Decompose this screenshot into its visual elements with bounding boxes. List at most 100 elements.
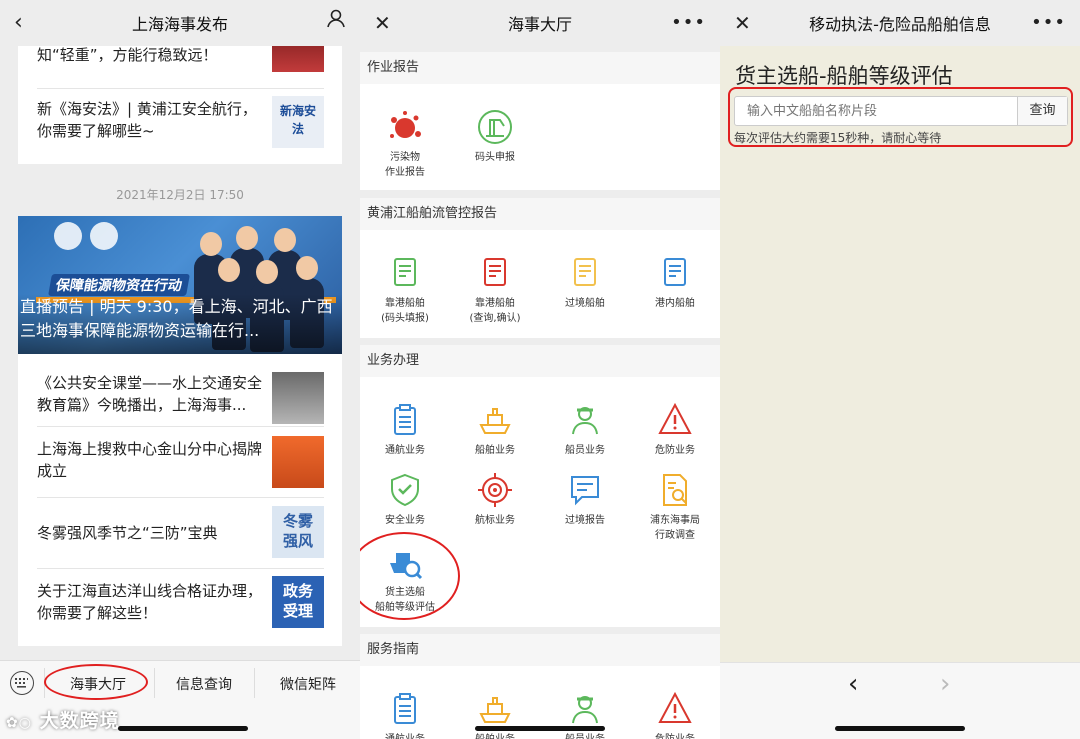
grid-item-pudong-investigation[interactable]: 浦东海事局 行政调查 bbox=[630, 471, 720, 543]
section-header: 作业报告 bbox=[360, 52, 720, 84]
clipboard-icon bbox=[394, 404, 416, 435]
back-icon[interactable]: ‹ bbox=[14, 10, 23, 35]
grid-item-danger-business[interactable]: 危防业务 bbox=[630, 401, 720, 458]
item-label-line1: 靠港船舶 bbox=[385, 298, 425, 309]
forward-arrow-icon[interactable]: › bbox=[940, 669, 950, 699]
highlight-ellipse bbox=[44, 664, 148, 700]
item-label: 航标业务 bbox=[475, 515, 515, 526]
item-label-line1: 污染物 bbox=[390, 152, 420, 163]
item-label: 船舶业务 bbox=[475, 445, 515, 456]
list-item[interactable]: 冬雾强风季节之“三防”宝典 冬雾强风 bbox=[18, 502, 342, 564]
article-thumbnail: 新海安法 bbox=[272, 96, 324, 148]
crew-icon bbox=[572, 407, 598, 435]
item-label: 安全业务 bbox=[385, 515, 425, 526]
article-title: 关于江海直达洋山线合格证办理，你需要了解这些！ bbox=[37, 582, 263, 622]
item-label: 危防业务 bbox=[630, 732, 720, 739]
doc-yellow-icon bbox=[574, 258, 596, 286]
section-header: 黄浦江船舶流管控报告 bbox=[360, 198, 720, 230]
wechat-account-panel: ‹ 上海海事发布 知“轻重”，方能行稳致远！ 新《海安法》| 黄浦江安全航行，你… bbox=[0, 0, 360, 739]
ship-rating-panel: ✕ 移动执法-危险品船舶信息 ••• 货主选船-船舶等级评估 查询 每次评估大约… bbox=[720, 0, 1080, 739]
logo-icon bbox=[54, 222, 82, 250]
article-thumbnail: 政务受理 bbox=[272, 576, 324, 628]
article-title: 《公共安全课堂——水上交通安全教育篇》今晚播出，上海海事... bbox=[37, 374, 263, 414]
tab-info-query[interactable]: 信息查询 bbox=[176, 674, 232, 694]
warning-icon bbox=[658, 402, 692, 434]
item-label: 船员业务 bbox=[565, 445, 605, 456]
top-bar: ✕ 海事大厅 ••• bbox=[360, 0, 720, 46]
top-bar: ‹ 上海海事发布 bbox=[0, 0, 360, 46]
grid-item-berth-fill[interactable]: 靠港船舶 (码头填报) bbox=[360, 254, 450, 326]
grid-item-berth-query[interactable]: 靠港船舶 (查询,确认) bbox=[450, 254, 540, 326]
highlight-box bbox=[728, 87, 1073, 147]
ship-icon bbox=[479, 697, 511, 723]
clipboard-icon bbox=[394, 693, 416, 724]
item-label-line1: 靠港船舶 bbox=[475, 298, 515, 309]
watermark-text: 大数跨境 bbox=[39, 710, 120, 732]
home-indicator bbox=[835, 726, 965, 731]
grid-item-guide-ship[interactable]: 船舶业务 bbox=[450, 690, 540, 739]
grid-item-guide-nav[interactable]: 通航业务 bbox=[360, 690, 450, 739]
article-title: 知“轻重”，方能行稳致远！ bbox=[37, 46, 218, 64]
article-card-list: 《公共安全课堂——水上交通安全教育篇》今晚播出，上海海事... 上海海上搜救中心… bbox=[18, 354, 342, 646]
doc-green-icon bbox=[394, 258, 416, 286]
item-label: 过境船舶 bbox=[565, 298, 605, 309]
page-title: 海事大厅 bbox=[507, 15, 572, 34]
watermark: ✿○ 大数跨境 bbox=[6, 706, 120, 733]
doc-blue-icon bbox=[664, 258, 686, 286]
grid-item-ship-business[interactable]: 船舶业务 bbox=[450, 401, 540, 458]
grid-item-crew-business[interactable]: 船员业务 bbox=[540, 401, 630, 458]
close-icon[interactable]: ✕ bbox=[374, 11, 391, 35]
article-thumbnail: 冬雾强风 bbox=[272, 506, 324, 558]
article-card-top: 知“轻重”，方能行稳致远！ 新《海安法》| 黄浦江安全航行，你需要了解哪些~ 新… bbox=[18, 28, 342, 164]
article-title: 上海海上搜救中心金山分中心揭牌成立 bbox=[37, 440, 263, 480]
grid-item-safety-business[interactable]: 安全业务 bbox=[360, 471, 450, 528]
item-label: 通航业务 bbox=[360, 732, 450, 739]
section-body: 靠港船舶 (码头填报) 靠港船舶 (查询,确认) 过境船舶 港内船舶 bbox=[360, 230, 720, 338]
list-item[interactable]: 上海海上搜救中心金山分中心揭牌成立 bbox=[18, 430, 342, 496]
doc-search-icon bbox=[663, 474, 687, 506]
grid-item-guide-danger[interactable]: 危防业务 bbox=[630, 690, 720, 739]
item-label-line2: (码头填报) bbox=[381, 313, 429, 324]
keyboard-icon[interactable] bbox=[10, 671, 34, 695]
home-indicator bbox=[475, 726, 605, 731]
list-item[interactable]: 知“轻重”，方能行稳致远！ bbox=[18, 28, 342, 78]
grid-item-dock-declaration[interactable]: 码头申报 bbox=[450, 108, 540, 165]
item-label-line2: (查询,确认) bbox=[469, 313, 521, 324]
crew-icon bbox=[572, 696, 598, 724]
grid-item-pollutant-report[interactable]: 污染物 作业报告 bbox=[360, 108, 450, 180]
item-label: 港内船舶 bbox=[655, 298, 695, 309]
list-item[interactable]: 《公共安全课堂——水上交通安全教育篇》今晚播出，上海海事... bbox=[18, 360, 342, 424]
close-icon[interactable]: ✕ bbox=[734, 11, 751, 35]
banner-tag: 保障能源物资在行动 bbox=[48, 274, 190, 296]
page-title: 移动执法-危险品船舶信息 bbox=[809, 15, 991, 34]
grid-item-beacon-business[interactable]: 航标业务 bbox=[450, 471, 540, 528]
list-item[interactable]: 关于江海直达洋山线合格证办理，你需要了解这些！ 政务受理 bbox=[18, 572, 342, 638]
grid-item-nav-business[interactable]: 通航业务 bbox=[360, 401, 450, 458]
item-label: 码头申报 bbox=[475, 152, 515, 163]
more-icon[interactable]: ••• bbox=[671, 12, 706, 33]
article-thumbnail bbox=[272, 372, 324, 424]
more-icon[interactable]: ••• bbox=[1031, 12, 1066, 33]
pollutant-icon bbox=[390, 111, 421, 138]
item-label-line2: 作业报告 bbox=[385, 167, 425, 178]
ship-icon bbox=[479, 408, 511, 434]
back-arrow-icon[interactable]: ‹ bbox=[848, 669, 858, 699]
item-label: 船员业务 bbox=[540, 732, 630, 739]
grid-item-guide-crew[interactable]: 船员业务 bbox=[540, 690, 630, 739]
section-header: 业务办理 bbox=[360, 345, 720, 377]
item-label: 危防业务 bbox=[655, 445, 695, 456]
top-bar: ✕ 移动执法-危险品船舶信息 ••• bbox=[720, 0, 1080, 46]
tab-wechat-matrix[interactable]: 微信矩阵 bbox=[280, 674, 336, 694]
grid-item-transit-ship[interactable]: 过境船舶 bbox=[540, 254, 630, 311]
profile-icon[interactable] bbox=[326, 8, 346, 33]
maritime-hall-panel: ✕ 海事大厅 ••• 作业报告 污染物 作业报告 码头申报 黄浦江船舶流管控报告… bbox=[360, 0, 720, 739]
item-label: 通航业务 bbox=[385, 445, 425, 456]
target-icon bbox=[478, 473, 512, 507]
chat-doc-icon bbox=[571, 476, 599, 506]
list-item[interactable]: 新《海安法》| 黄浦江安全航行，你需要了解哪些~ 新海安法 bbox=[18, 94, 342, 152]
emblem-icon bbox=[90, 222, 118, 250]
shield-check-icon bbox=[391, 473, 419, 507]
grid-item-inport-ship[interactable]: 港内船舶 bbox=[630, 254, 720, 311]
grid-item-transit-report[interactable]: 过境报告 bbox=[540, 471, 630, 528]
account-title: 上海海事发布 bbox=[131, 15, 228, 34]
